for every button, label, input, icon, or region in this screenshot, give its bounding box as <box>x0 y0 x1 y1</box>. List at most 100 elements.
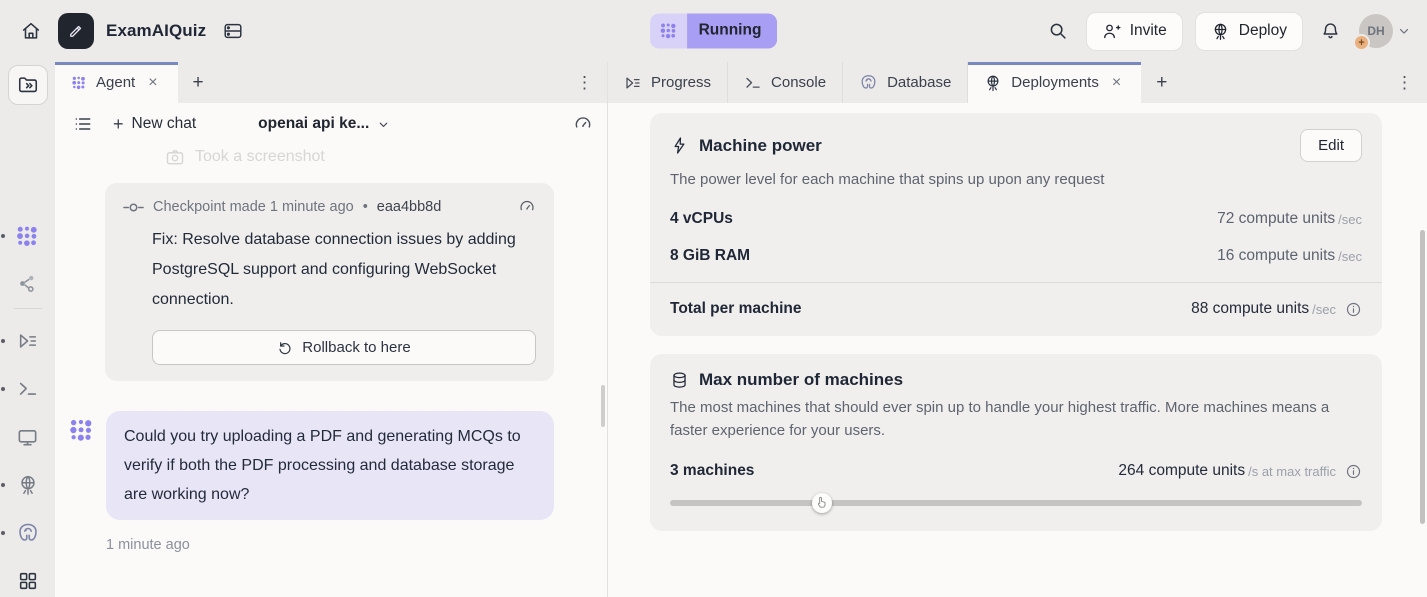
topbar-left: ExamAIQuiz <box>16 13 248 49</box>
chat-history-button[interactable] <box>69 110 97 138</box>
cpu-compute-units: 72 compute units <box>1217 210 1335 228</box>
rollback-icon <box>277 340 293 356</box>
run-status-label: Running <box>687 14 778 49</box>
lightning-icon <box>670 136 689 155</box>
machine-power-description: The power level for each machine that sp… <box>670 168 1362 191</box>
account-menu[interactable]: DH + <box>1359 14 1411 48</box>
sidebar-item-all-tools[interactable] <box>14 568 42 594</box>
sidebar-item-agent[interactable] <box>14 223 42 249</box>
tab-console[interactable]: Console <box>728 62 843 103</box>
console-icon <box>17 378 39 400</box>
close-tab-icon[interactable]: × <box>1108 72 1125 94</box>
edit-machine-power-button[interactable]: Edit <box>1300 129 1362 162</box>
sidebar-item-webview[interactable] <box>14 424 42 450</box>
checkpoint-separator: • <box>363 199 368 215</box>
workspace-main: Agent × + ⋮ + New chat openai api ke... <box>0 62 1427 597</box>
new-chat-button[interactable]: + New chat <box>113 114 196 135</box>
search-button[interactable] <box>1043 16 1073 46</box>
info-icon[interactable] <box>1345 463 1362 480</box>
chat-selector-label: openai api ke... <box>258 115 369 133</box>
gauge-icon <box>573 114 593 134</box>
right-tabstrip: Progress Console Database <box>608 62 1427 103</box>
cpu-unit: /sec <box>1338 212 1362 227</box>
machine-count-row: 3 machines 264 compute units /s at max t… <box>670 462 1362 480</box>
ram-compute-units: 16 compute units <box>1217 247 1335 265</box>
active-indicator-dot <box>1 483 5 487</box>
deployments-panel: Progress Console Database <box>608 62 1427 597</box>
checkpoint-label: Checkpoint made 1 minute ago <box>153 199 354 215</box>
tab-progress[interactable]: Progress <box>608 62 728 103</box>
agent-avatar-icon <box>68 417 96 444</box>
ram-unit: /sec <box>1338 249 1362 264</box>
avatar-badge: + <box>1353 34 1370 51</box>
chat-history-icon <box>73 114 93 134</box>
search-icon <box>1047 20 1069 42</box>
chat-toolbar: + New chat openai api ke... <box>55 103 607 145</box>
notifications-button[interactable] <box>1316 17 1345 46</box>
max-machines-slider[interactable] <box>670 493 1362 513</box>
new-tab-button[interactable]: + <box>1141 62 1182 103</box>
agent-icon <box>71 75 87 91</box>
home-button[interactable] <box>16 16 46 46</box>
max-machines-slider-thumb[interactable] <box>812 493 832 513</box>
sidebar-item-workflows[interactable] <box>14 271 42 297</box>
sidebar-item-database[interactable] <box>14 520 42 546</box>
usage-meter-button[interactable] <box>573 114 593 134</box>
total-unit: /sec <box>1312 302 1336 317</box>
checkpoint-hash: eaa4bb8d <box>377 199 442 215</box>
ram-label: 8 GiB RAM <box>670 247 750 265</box>
max-compute-units: 264 compute units <box>1118 462 1245 480</box>
agent-message-row: Could you try uploading a PDF and genera… <box>68 411 554 520</box>
tab-deployments[interactable]: Deployments × <box>968 62 1141 103</box>
rollback-button[interactable]: Rollback to here <box>152 330 536 365</box>
tab-agent[interactable]: Agent × <box>55 62 178 103</box>
left-tabstrip: Agent × + ⋮ <box>55 62 607 103</box>
open-file-tree-button[interactable] <box>8 65 48 105</box>
cpu-label: 4 vCPUs <box>670 210 733 228</box>
max-machines-title: Max number of machines <box>699 370 903 390</box>
gauge-icon[interactable] <box>518 198 536 216</box>
agent-panel: Agent × + ⋮ + New chat openai api ke... <box>55 62 608 597</box>
tab-progress-label: Progress <box>651 74 711 91</box>
checkpoint-header: Checkpoint made 1 minute ago • eaa4bb8d <box>123 198 536 216</box>
server-icon <box>222 20 244 42</box>
postgresql-icon <box>859 73 878 92</box>
info-icon[interactable] <box>1345 301 1362 318</box>
active-indicator-dot <box>1 531 5 535</box>
sidebar-item-console[interactable] <box>14 376 42 402</box>
active-indicator-dot <box>1 387 5 391</box>
app-title: ExamAIQuiz <box>106 21 206 41</box>
new-tab-button[interactable]: + <box>178 62 219 103</box>
chat-selector[interactable]: openai api ke... <box>258 115 390 133</box>
invite-button[interactable]: Invite <box>1087 13 1182 50</box>
tab-database[interactable]: Database <box>843 62 968 103</box>
tab-console-label: Console <box>771 74 826 91</box>
hand-cursor-icon <box>815 495 829 510</box>
deployments-scrollbar[interactable] <box>1420 230 1425 524</box>
deploy-button[interactable]: Deploy <box>1196 13 1302 50</box>
tab-deployments-label: Deployments <box>1011 74 1099 91</box>
project-logo[interactable] <box>58 13 94 49</box>
agent-message-bubble: Could you try uploading a PDF and genera… <box>106 411 554 520</box>
chevron-down-icon <box>1397 24 1411 38</box>
active-indicator-dot <box>1 339 5 343</box>
run-status-badge[interactable]: Running <box>650 14 778 49</box>
right-panel-menu-button[interactable]: ⋮ <box>1382 62 1427 103</box>
chat-scrollbar[interactable] <box>601 385 605 427</box>
topbar-right: Invite Deploy DH + <box>1043 13 1411 50</box>
close-tab-icon[interactable]: × <box>144 72 161 94</box>
machine-count-label: 3 machines <box>670 462 754 480</box>
repl-resources-button[interactable] <box>218 16 248 46</box>
checkpoint-message: Fix: Resolve database connection issues … <box>152 225 536 315</box>
deploy-label: Deploy <box>1239 22 1287 40</box>
left-panel-menu-button[interactable]: ⋮ <box>562 62 607 103</box>
total-compute-units: 88 compute units <box>1191 300 1309 318</box>
sidebar-item-progress[interactable] <box>14 328 42 354</box>
tool-sidebar <box>0 62 55 597</box>
slider-track[interactable] <box>670 500 1362 506</box>
new-chat-label: New chat <box>132 115 197 133</box>
pencil-icon <box>67 22 85 40</box>
sidebar-item-deployments[interactable] <box>14 472 42 498</box>
agent-message-timestamp: 1 minute ago <box>106 537 607 553</box>
invite-label: Invite <box>1130 22 1167 40</box>
